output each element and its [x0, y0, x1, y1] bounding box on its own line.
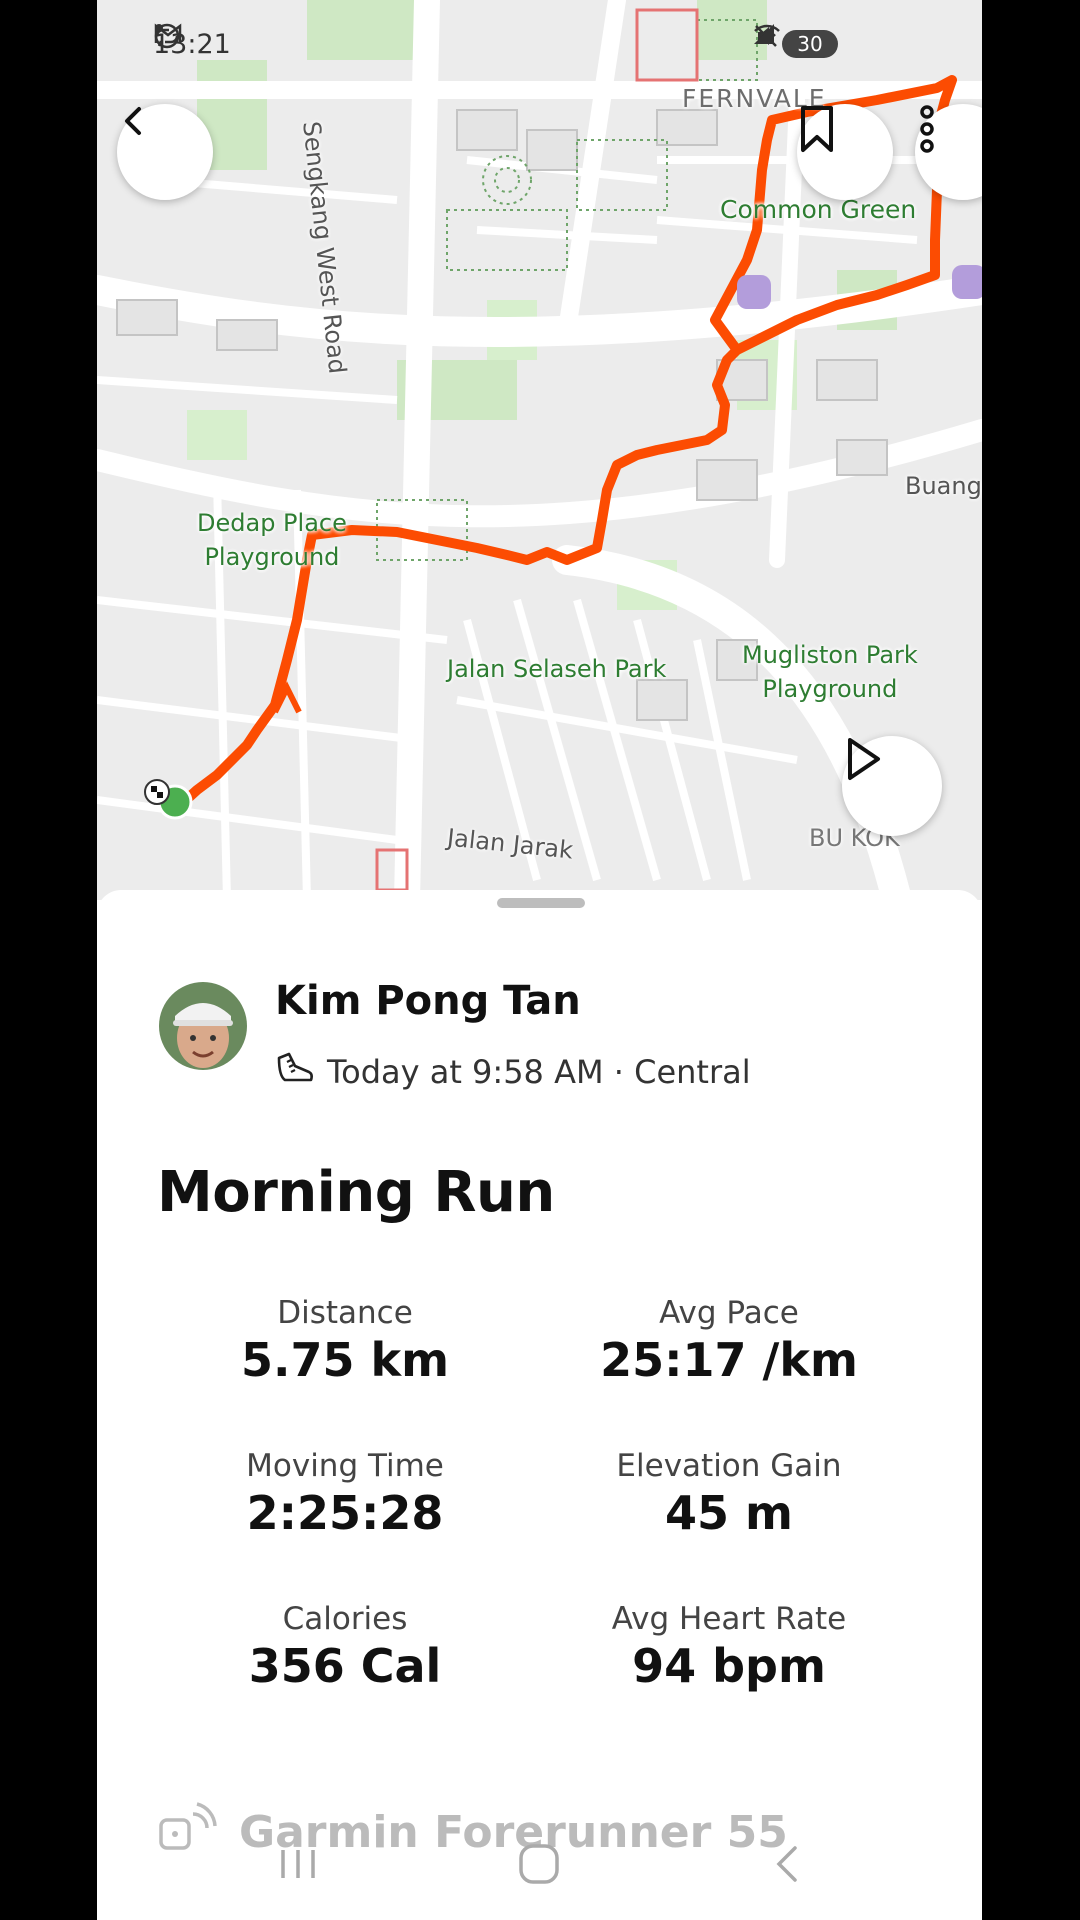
map-label-mugliston: Mugliston Park Playground — [742, 638, 918, 706]
back-button[interactable] — [117, 104, 213, 200]
stat-value: 2:25:28 — [246, 1486, 444, 1540]
road-label-buang: Buang — [905, 472, 982, 500]
finish-marker — [144, 779, 170, 805]
stat-label: Calories — [282, 1601, 408, 1637]
stat-elevation-gain: Elevation Gain 45 m — [539, 1448, 919, 1540]
stat-value: 45 m — [665, 1486, 793, 1540]
stat-avg-pace: Avg Pace 25:17 /km — [539, 1295, 919, 1387]
stat-label: Distance — [277, 1295, 413, 1331]
stat-avg-heart-rate: Avg Heart Rate 94 bpm — [539, 1601, 919, 1693]
bookmark-button[interactable] — [797, 104, 893, 200]
athlete-name[interactable]: Kim Pong Tan — [275, 978, 581, 1024]
stat-label: Elevation Gain — [616, 1448, 842, 1484]
battery-level: 30 — [797, 32, 823, 56]
stat-value: 5.75 km — [240, 1333, 450, 1387]
activity-sheet: Kim Pong Tan Today at 9:58 AM · Central … — [97, 890, 982, 1920]
map-label-mugliston-line2: Playground — [762, 675, 898, 703]
map-label-mugliston-line1: Mugliston Park — [742, 641, 918, 669]
activity-meta: Today at 9:58 AM · Central — [275, 1050, 751, 1094]
route-map[interactable]: FERNVALE Common Green Dedap Place Playgr… — [97, 0, 982, 900]
system-back-button[interactable] — [767, 1842, 807, 1890]
map-label-dedap-line1: Dedap Place — [197, 509, 347, 537]
stat-value: 25:17 /km — [600, 1333, 858, 1387]
app-screen: FERNVALE Common Green Dedap Place Playgr… — [97, 0, 982, 1920]
system-nav-bar — [97, 1830, 982, 1920]
stat-moving-time: Moving Time 2:25:28 — [155, 1448, 535, 1540]
play-flyover-button[interactable] — [842, 736, 942, 836]
stat-value: 356 Cal — [248, 1639, 442, 1693]
map-label-dedap-line2: Playground — [204, 543, 340, 571]
map-label-dedap-place: Dedap Place Playground — [197, 506, 347, 574]
status-bar-left: 13:21 — [153, 22, 271, 66]
home-button[interactable] — [517, 1842, 561, 1890]
stat-calories: Calories 356 Cal — [155, 1601, 535, 1693]
stat-label: Avg Heart Rate — [611, 1601, 847, 1637]
stat-label: Moving Time — [246, 1448, 444, 1484]
stat-label: Avg Pace — [659, 1295, 799, 1331]
activity-title: Morning Run — [157, 1160, 555, 1225]
sheet-drag-handle[interactable] — [497, 898, 585, 908]
recent-apps-button[interactable] — [275, 1844, 321, 1888]
status-bar-right: 30 — [752, 22, 838, 66]
stat-value: 94 bpm — [632, 1639, 826, 1693]
battery-icon: 30 — [782, 30, 838, 58]
stat-distance: Distance 5.75 km — [155, 1295, 535, 1387]
avatar[interactable] — [159, 982, 247, 1070]
map-label-common-green: Common Green — [720, 195, 917, 224]
running-shoe-icon — [275, 1050, 315, 1094]
map-label-jalan-selaseh: Jalan Selaseh Park — [447, 655, 667, 683]
activity-datetime: Today at 9:58 AM · Central — [327, 1053, 751, 1091]
